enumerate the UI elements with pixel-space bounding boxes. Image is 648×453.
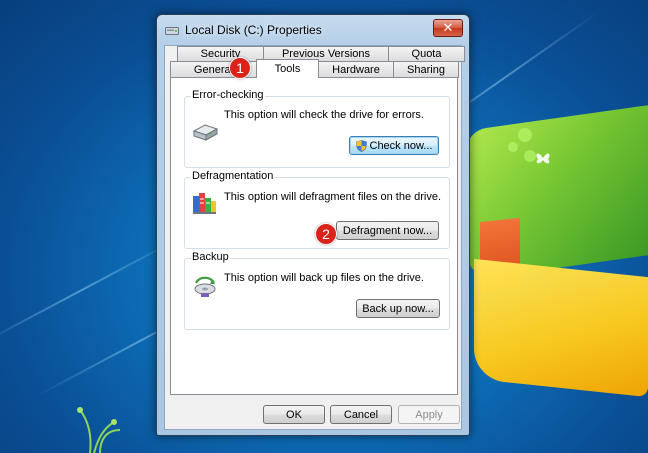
uac-shield-icon bbox=[355, 139, 367, 152]
defragmentation-label: Defragmentation bbox=[191, 170, 275, 182]
properties-dialog: Local Disk (C:) Properties ✕ Security Pr… bbox=[156, 14, 470, 436]
check-now-label: Check now... bbox=[369, 139, 433, 152]
titlebar[interactable]: Local Disk (C:) Properties ✕ bbox=[157, 15, 469, 45]
defragment-now-button[interactable]: Defragment now... bbox=[336, 221, 439, 240]
backup-description: This option will back up files on the dr… bbox=[224, 272, 424, 284]
close-icon: ✕ bbox=[442, 20, 454, 35]
tab-hardware[interactable]: Hardware bbox=[318, 61, 394, 78]
error-checking-label: Error-checking bbox=[191, 89, 265, 101]
drive-icon bbox=[165, 27, 179, 35]
error-checking-group: Error-checking This option will check th… bbox=[184, 89, 450, 168]
close-button[interactable]: ✕ bbox=[433, 19, 463, 37]
ok-button[interactable]: OK bbox=[263, 405, 325, 424]
grass-decoration bbox=[77, 407, 121, 453]
check-now-button[interactable]: Check now... bbox=[349, 136, 439, 155]
cancel-button[interactable]: Cancel bbox=[330, 405, 392, 424]
backup-label: Backup bbox=[191, 251, 230, 263]
backup-icon bbox=[194, 276, 216, 297]
tab-sharing[interactable]: Sharing bbox=[393, 61, 459, 78]
apply-button[interactable]: Apply bbox=[398, 405, 460, 424]
backup-group: Backup This option will back up files on… bbox=[184, 251, 450, 330]
windows-flag-yellow bbox=[474, 258, 648, 398]
tools-tab-panel: Error-checking This option will check th… bbox=[170, 77, 458, 395]
butterfly-icon bbox=[536, 153, 550, 164]
callout-marker-2: 2 bbox=[315, 223, 337, 245]
defrag-icon bbox=[193, 193, 216, 214]
dialog-client-area: Security Previous Versions Quota General… bbox=[164, 45, 465, 430]
hard-drive-icon bbox=[192, 124, 219, 141]
defragmentation-description: This option will defragment files on the… bbox=[224, 191, 442, 203]
tab-quota[interactable]: Quota bbox=[388, 46, 465, 62]
error-checking-description: This option will check the drive for err… bbox=[224, 109, 424, 121]
tab-security[interactable]: Security bbox=[177, 46, 264, 62]
window-title: Local Disk (C:) Properties bbox=[185, 23, 322, 37]
callout-marker-1: 1 bbox=[229, 57, 251, 79]
tab-tools[interactable]: Tools bbox=[256, 59, 319, 78]
back-up-now-button[interactable]: Back up now... bbox=[356, 299, 440, 318]
